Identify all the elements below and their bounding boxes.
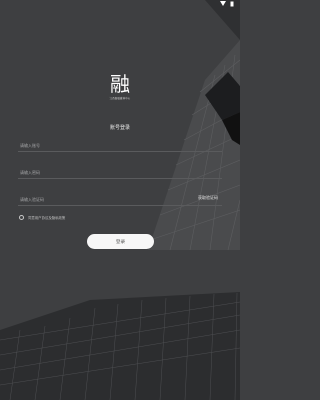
app-logo: 融 — [110, 72, 130, 96]
login-title: 账号登录 — [109, 125, 130, 131]
password-input[interactable] — [20, 167, 180, 177]
wifi-icon — [220, 1, 226, 6]
verification-code-input[interactable] — [20, 194, 180, 204]
agreement-radio[interactable] — [19, 214, 24, 220]
agreement-row: 同意用户协议及隐私政策 — [19, 213, 65, 221]
login-button[interactable]: 登录 — [87, 234, 154, 249]
phone-field — [18, 138, 222, 152]
phone-input[interactable] — [20, 140, 180, 150]
status-bar — [0, 0, 240, 7]
battery-icon — [230, 1, 234, 6]
get-code-button[interactable]: 获取验证码 — [198, 195, 218, 201]
verification-code-field: 获取验证码 — [18, 192, 222, 206]
logo-subtitle: 江西省融媒体中心 — [109, 97, 131, 100]
agreement-text[interactable]: 同意用户协议及隐私政策 — [28, 215, 65, 220]
svg-text:融: 融 — [110, 72, 130, 96]
password-field — [18, 165, 222, 179]
